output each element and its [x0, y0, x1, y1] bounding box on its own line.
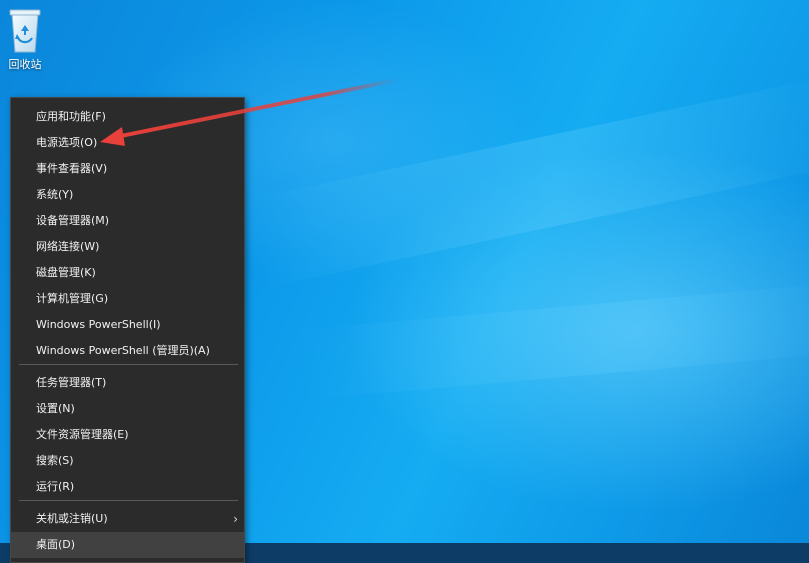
menu-item-apps-and-features[interactable]: 应用和功能(F)	[11, 104, 244, 130]
wallpaper-light-beam	[240, 72, 809, 290]
menu-item-task-manager[interactable]: 任务管理器(T)	[11, 370, 244, 396]
menu-separator	[19, 500, 238, 501]
menu-item-run[interactable]: 运行(R)	[11, 474, 244, 500]
menu-item-label: 关机或注销(U)	[36, 512, 108, 525]
menu-item-device-manager[interactable]: 设备管理器(M)	[11, 208, 244, 234]
menu-separator	[19, 364, 238, 365]
menu-item-file-explorer[interactable]: 文件资源管理器(E)	[11, 422, 244, 448]
menu-item-network-connections[interactable]: 网络连接(W)	[11, 234, 244, 260]
menu-item-settings[interactable]: 设置(N)	[11, 396, 244, 422]
menu-item-event-viewer[interactable]: 事件查看器(V)	[11, 156, 244, 182]
menu-item-shut-down-or-sign-out[interactable]: 关机或注销(U) ›	[11, 506, 244, 532]
desktop-background: 回收站 应用和功能(F) 电源选项(O) 事件查看器(V) 系统(Y) 设备管理…	[0, 0, 809, 563]
menu-item-computer-management[interactable]: 计算机管理(G)	[11, 286, 244, 312]
menu-item-windows-powershell[interactable]: Windows PowerShell(I)	[11, 312, 244, 338]
menu-item-system[interactable]: 系统(Y)	[11, 182, 244, 208]
chevron-right-icon: ›	[233, 512, 238, 526]
recycle-bin-label: 回收站	[8, 58, 42, 71]
menu-item-disk-management[interactable]: 磁盘管理(K)	[11, 260, 244, 286]
recycle-bin-icon	[9, 9, 41, 53]
menu-item-power-options[interactable]: 电源选项(O)	[11, 130, 244, 156]
wallpaper-light-beam	[296, 281, 809, 400]
recycle-bin-shortcut[interactable]: 回收站	[0, 6, 50, 72]
menu-item-search[interactable]: 搜索(S)	[11, 448, 244, 474]
quick-link-menu: 应用和功能(F) 电源选项(O) 事件查看器(V) 系统(Y) 设备管理器(M)…	[10, 97, 245, 563]
menu-item-desktop[interactable]: 桌面(D)	[11, 532, 244, 558]
menu-item-windows-powershell-admin[interactable]: Windows PowerShell (管理员)(A)	[11, 338, 244, 364]
